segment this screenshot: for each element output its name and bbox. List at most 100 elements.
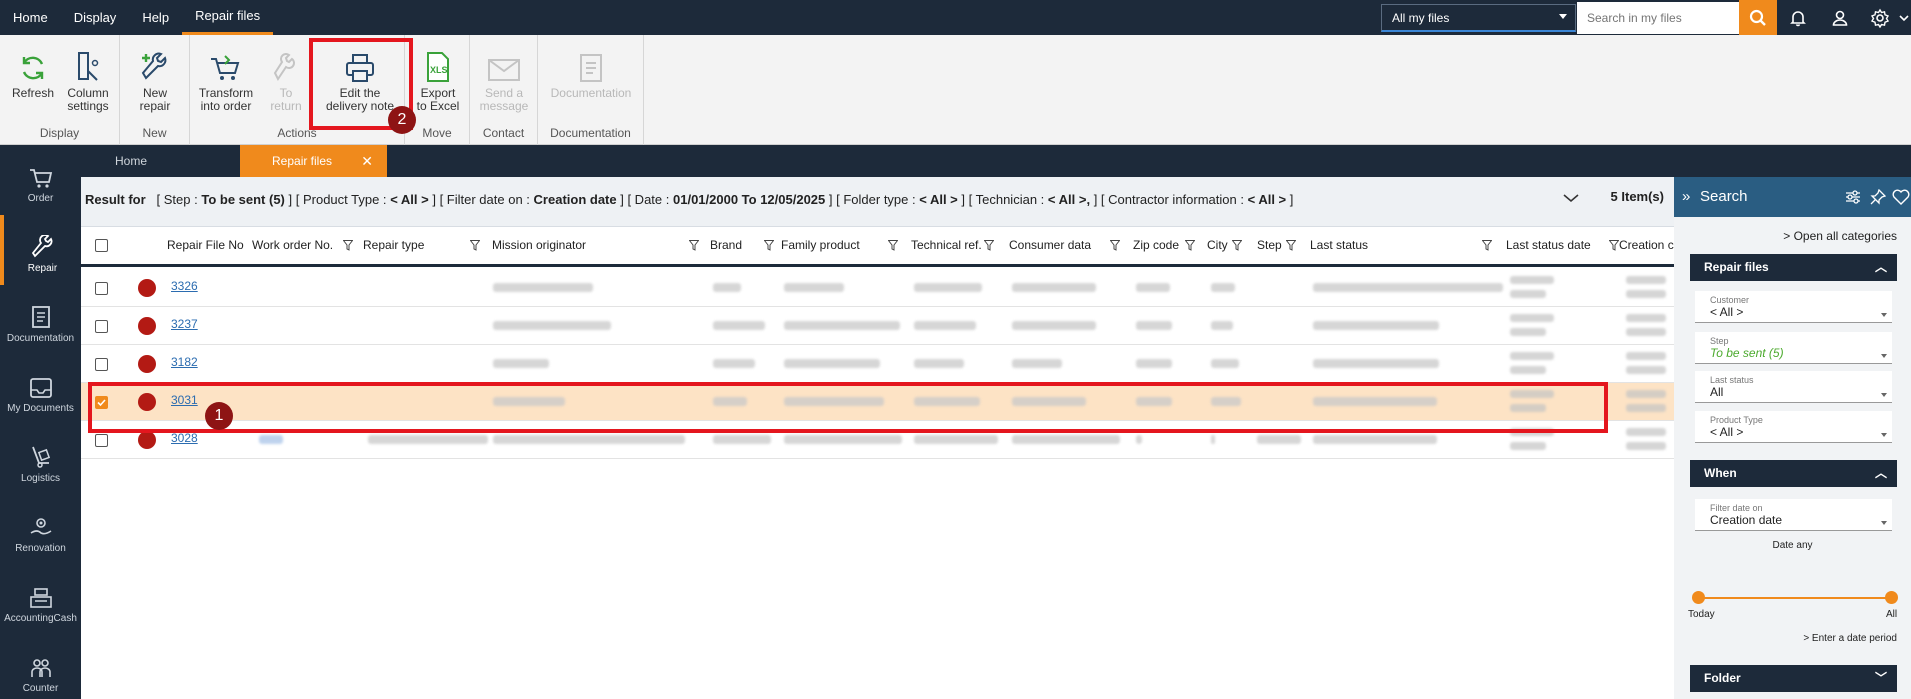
repair-file-link[interactable]: 3326 (171, 279, 198, 293)
filter-funnel-icon[interactable] (764, 240, 774, 251)
col-repair-file-no[interactable]: Repair File No (167, 227, 244, 264)
filter-funnel-icon[interactable] (1609, 240, 1619, 251)
row-checkbox[interactable] (95, 282, 108, 295)
filter-funnel-icon[interactable] (1482, 240, 1492, 251)
settings-menu-toggle[interactable] (1899, 0, 1911, 35)
documentation-button[interactable]: Documentation (546, 49, 636, 100)
date-slider-handle-start[interactable] (1692, 591, 1705, 604)
col-mission-originator[interactable]: Mission originator (492, 227, 586, 264)
col-step[interactable]: Step (1257, 227, 1282, 264)
nav-repair[interactable]: Repair (0, 215, 81, 285)
search-button[interactable] (1739, 0, 1777, 35)
filter-funnel-icon[interactable] (984, 240, 994, 251)
section-repair-files[interactable]: Repair files ︿ (1690, 254, 1897, 281)
table-row[interactable]: 3237 (81, 307, 1674, 345)
sliders-icon[interactable] (1845, 189, 1861, 205)
column-settings-button[interactable]: Column settings (63, 49, 113, 113)
repair-file-link[interactable]: 3028 (171, 431, 198, 445)
last-status-field[interactable]: Last status All (1695, 371, 1892, 403)
user-icon (1832, 10, 1848, 26)
repair-file-link[interactable]: 3031 (171, 393, 198, 407)
status-dot (138, 431, 156, 449)
menu-help[interactable]: Help (129, 0, 182, 35)
col-repair-type[interactable]: Repair type (363, 227, 424, 264)
filter-funnel-icon[interactable] (1185, 240, 1195, 251)
menu-home[interactable]: Home (0, 0, 61, 35)
nav-documentation[interactable]: Documentation (0, 285, 81, 355)
main-content: Result for [ Step : To be sent (5) ] [ P… (81, 177, 1674, 699)
settings-button[interactable] (1861, 0, 1899, 35)
menu-repair-files[interactable]: Repair files (182, 0, 274, 35)
col-last-status-date[interactable]: Last status date (1506, 227, 1591, 264)
col-city[interactable]: City (1207, 227, 1228, 264)
row-checkbox[interactable] (95, 434, 108, 447)
table-row-selected[interactable]: 3031 (81, 383, 1674, 421)
export-excel-button[interactable]: XLS Export to Excel (413, 49, 463, 113)
send-message-button[interactable]: Send a message (478, 49, 530, 113)
collapse-panel-icon[interactable]: » (1682, 177, 1690, 217)
cash-register-icon (29, 588, 52, 608)
edit-delivery-note-button[interactable]: Edit the delivery note (318, 49, 402, 113)
row-checkbox[interactable] (95, 358, 108, 371)
nav-counter[interactable]: Counter (0, 635, 81, 699)
customer-field[interactable]: Customer < All > (1695, 291, 1892, 323)
col-family-product[interactable]: Family product (781, 227, 860, 264)
filter-date-field[interactable]: Filter date on Creation date (1695, 499, 1892, 531)
row-checkbox[interactable] (95, 396, 108, 409)
tab-home[interactable]: Home (81, 145, 239, 177)
nav-logistics[interactable]: Logistics (0, 425, 81, 495)
filter-funnel-icon[interactable] (343, 240, 353, 251)
transform-into-order-button[interactable]: Transform into order (195, 49, 257, 113)
date-slider-handle-end[interactable] (1885, 591, 1898, 604)
notifications-button[interactable] (1777, 0, 1819, 35)
col-consumer-data[interactable]: Consumer data (1009, 227, 1091, 264)
repair-file-link[interactable]: 3182 (171, 355, 198, 369)
filter-funnel-icon[interactable] (888, 240, 898, 251)
select-all-checkbox[interactable] (95, 239, 108, 252)
row-checkbox[interactable] (95, 320, 108, 333)
table-row[interactable]: 3028 (81, 421, 1674, 459)
refresh-button[interactable]: Refresh (12, 49, 54, 100)
close-icon[interactable]: ✕ (361, 145, 373, 177)
user-button[interactable] (1819, 0, 1861, 35)
filter-funnel-icon[interactable] (689, 240, 699, 251)
pin-icon[interactable] (1870, 189, 1886, 205)
filter-funnel-icon[interactable] (1110, 240, 1120, 251)
to-return-button[interactable]: To return (267, 49, 305, 113)
chevron-down-icon (1899, 14, 1909, 21)
date-slider-track[interactable] (1698, 597, 1891, 599)
repair-file-link[interactable]: 3237 (171, 317, 198, 331)
redacted-text (1510, 276, 1554, 284)
col-zip-code[interactable]: Zip code (1133, 227, 1179, 264)
redacted-text (1211, 359, 1239, 368)
chevron-down-icon (1559, 13, 1567, 19)
heart-icon[interactable] (1892, 188, 1910, 206)
nav-order[interactable]: Order (0, 145, 81, 215)
nav-accounting-cash[interactable]: AccountingCash (0, 565, 81, 635)
nav-renovation[interactable]: Renovation (0, 495, 81, 565)
tab-repair-files[interactable]: Repair files ✕ (240, 145, 387, 177)
table-row[interactable]: 3182 (81, 345, 1674, 383)
col-last-status[interactable]: Last status (1310, 227, 1368, 264)
redacted-text (368, 435, 488, 444)
step-field[interactable]: Step To be sent (5) (1695, 332, 1892, 364)
col-work-order[interactable]: Work order No. (252, 227, 333, 264)
search-input[interactable] (1577, 1, 1739, 34)
new-repair-button[interactable]: New repair (132, 49, 178, 113)
enter-date-period-link[interactable]: > Enter a date period (1803, 633, 1897, 644)
section-when[interactable]: When ︿ (1690, 460, 1897, 487)
nav-my-documents[interactable]: My Documents (0, 355, 81, 425)
filter-funnel-icon[interactable] (470, 240, 480, 251)
filter-funnel-icon[interactable] (1286, 240, 1296, 251)
open-all-categories-link[interactable]: > Open all categories (1783, 229, 1897, 243)
product-type-field[interactable]: Product Type < All > (1695, 411, 1892, 443)
col-creation[interactable]: Creation c (1619, 227, 1674, 264)
col-technical-ref[interactable]: Technical ref. (911, 227, 982, 264)
col-brand[interactable]: Brand (710, 227, 742, 264)
expand-filters-button[interactable] (1563, 191, 1579, 206)
table-row[interactable]: 3326 (81, 269, 1674, 307)
files-scope-select[interactable]: All my files (1381, 3, 1576, 32)
filter-funnel-icon[interactable] (1232, 240, 1242, 251)
section-folder[interactable]: Folder ﹀ (1690, 665, 1897, 692)
menu-display[interactable]: Display (61, 0, 130, 35)
